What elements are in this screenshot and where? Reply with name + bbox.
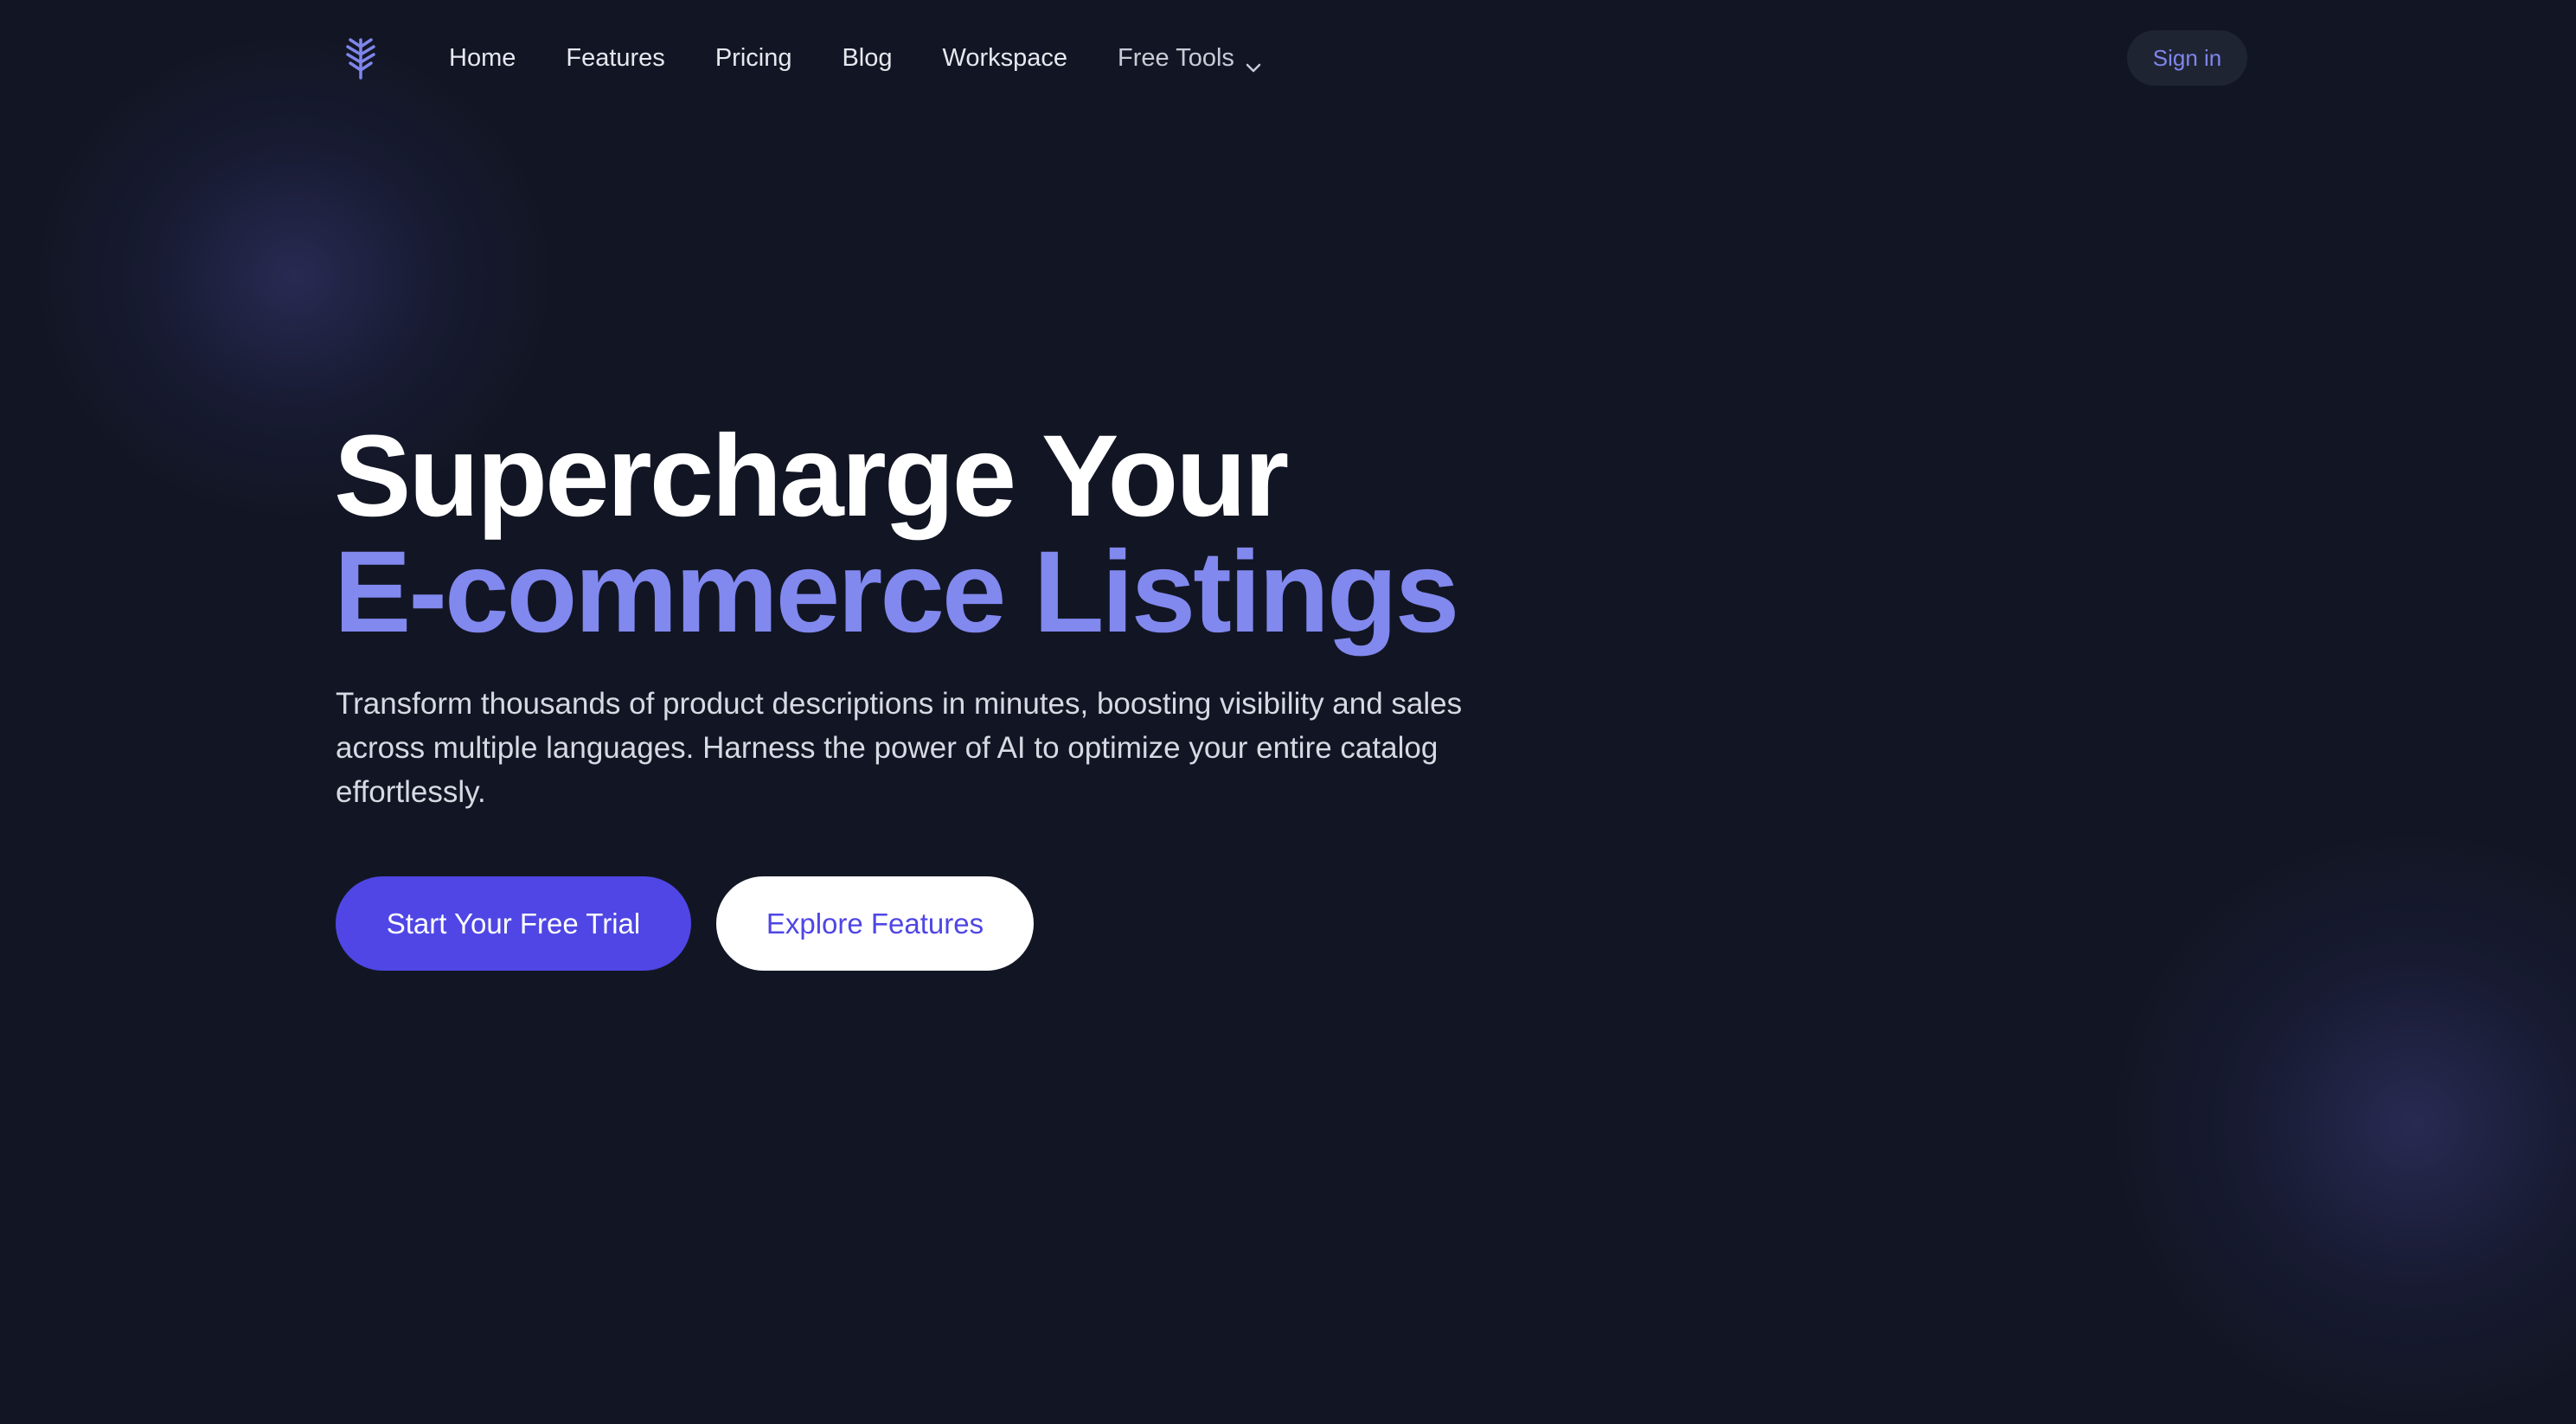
hero-title-line-2: E-commerce Listings (334, 528, 1459, 657)
nav-link-home[interactable]: Home (449, 44, 516, 73)
nav-link-features[interactable]: Features (566, 44, 664, 73)
free-tools-dropdown[interactable]: Free Tools (1118, 44, 1262, 73)
explore-features-button[interactable]: Explore Features (716, 876, 1034, 971)
nav-link-workspace[interactable]: Workspace (943, 44, 1068, 73)
hero-subtitle: Transform thousands of product descripti… (336, 687, 1463, 809)
nav-link-blog[interactable]: Blog (842, 44, 892, 73)
sign-in-button[interactable]: Sign in (2127, 30, 2247, 86)
hero-title-line-1: Supercharge Your (334, 412, 1289, 541)
background-glow-bottom-right (2111, 831, 2576, 1419)
start-free-trial-button[interactable]: Start Your Free Trial (336, 876, 691, 971)
chevron-down-icon (1245, 52, 1262, 73)
hero-title: Supercharge Your E-commerce Listings (334, 412, 1459, 657)
free-tools-label: Free Tools (1118, 43, 1234, 72)
main-nav-links: Home Features Pricing Blog Workspace Fre… (449, 40, 1312, 76)
landing-page: Home Features Pricing Blog Workspace Fre… (0, 0, 2576, 1424)
nav-link-pricing[interactable]: Pricing (715, 44, 792, 73)
tree-logo-icon[interactable] (341, 35, 381, 80)
top-navigation: Home Features Pricing Blog Workspace Fre… (0, 0, 2576, 118)
